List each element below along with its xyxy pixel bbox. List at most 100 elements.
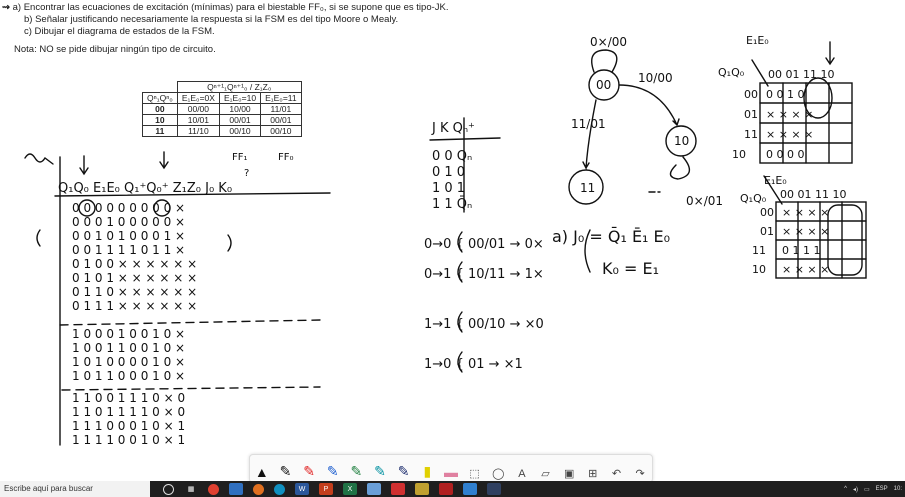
pdf-icon[interactable] xyxy=(391,483,405,495)
settings-icon[interactable] xyxy=(229,483,243,495)
undo-tool[interactable]: ↶ xyxy=(606,458,626,480)
svg-text:01: 01 xyxy=(760,225,774,238)
svg-text:11: 11 xyxy=(580,181,595,195)
svg-text:00 01 11 10: 00 01 11 10 xyxy=(780,188,846,201)
pen-icon: ✎ xyxy=(279,462,292,479)
pen-red-tool[interactable]: ✎ xyxy=(299,458,319,480)
taskbar-search[interactable]: Escribe aquí para buscar xyxy=(0,481,150,497)
chevron-up-icon[interactable]: ^ xyxy=(844,486,847,492)
add-icon: ⊞ xyxy=(588,467,598,480)
task-view-icon[interactable]: ▦ xyxy=(184,483,198,495)
svg-text:× × × ×: × × × × xyxy=(766,128,813,141)
svg-text:0 0 1 0: 0 0 1 0 xyxy=(766,88,804,101)
svg-text:E₁E₀: E₁E₀ xyxy=(764,174,787,187)
hw-equation-k: K₀ = E₁ xyxy=(602,259,659,278)
row-header: Qⁿ₁Qⁿ₀ xyxy=(142,92,178,104)
table-cell: 10/01 xyxy=(176,114,220,126)
svg-text:0 1 0 0 × × × × ×: 0 1 0 0 × × × × × × xyxy=(72,257,197,271)
hw-state-diagram: 0×/00 00 10/00 11/01 10 11 0×/01 xyxy=(571,35,723,208)
excel-icon[interactable]: X xyxy=(343,483,357,495)
svg-text:01: 01 xyxy=(744,108,758,121)
svg-text:10: 10 xyxy=(674,134,689,148)
svg-text:1 0 0 0 1 0 0 1 0: 1 0 0 0 1 0 0 1 0 × xyxy=(72,327,185,341)
hw-transition: 1→1 { 00/10 → ×0 xyxy=(424,317,544,332)
svg-text:Q₁Q₀: Q₁Q₀ xyxy=(740,192,767,205)
word-icon[interactable]: W xyxy=(295,483,309,495)
svg-text:11: 11 xyxy=(752,244,766,257)
edge-icon[interactable] xyxy=(274,483,285,495)
svg-text:10/00: 10/00 xyxy=(638,71,673,85)
state-cell: 10 xyxy=(142,114,178,126)
pen-icon: ✎ xyxy=(350,462,363,479)
instruction-a: ⇝ a) Encontrar las ecuaciones de excitac… xyxy=(2,2,449,13)
svg-text:?: ? xyxy=(244,168,249,179)
note: Nota: NO se pide dibujar ningún tipo de … xyxy=(14,44,216,55)
start-icon[interactable] xyxy=(163,483,174,495)
chrome-icon[interactable] xyxy=(208,483,219,495)
redo-icon: ↷ xyxy=(635,467,645,480)
volume-icon[interactable]: ◂) xyxy=(853,486,858,493)
lasso-tool[interactable]: ⬚ xyxy=(465,458,485,480)
app-icon[interactable] xyxy=(367,483,381,495)
text-icon: A xyxy=(518,467,526,480)
ink-canvas: Q₁Q₀ E₁E₀ Q₁⁺Q₀⁺ Z₁Z₀ J₀ K₀ J K Qₙ⁺ 0 0 … xyxy=(24,34,867,447)
svg-text:00: 00 xyxy=(744,88,758,101)
shape-tool[interactable]: ◯ xyxy=(488,458,508,480)
svg-text:0 0 0 0: 0 0 0 0 xyxy=(766,148,804,161)
pen-black-tool[interactable]: ✎ xyxy=(275,458,295,480)
pen-icon: ✎ xyxy=(303,462,315,479)
svg-text:× × × ×: × × × × xyxy=(782,225,829,238)
svg-text:FF₀: FF₀ xyxy=(278,152,294,163)
cursor-icon: ▲ xyxy=(254,463,269,480)
svg-text:× × × ×: × × × × xyxy=(766,108,813,121)
eraser-icon: ▬ xyxy=(443,463,458,480)
svg-text:0 0 0 0 0 0 0 0 0: 0 0 0 0 0 0 0 0 0 × xyxy=(72,201,185,215)
network-icon[interactable]: ▭ xyxy=(864,486,870,493)
add-tool[interactable]: ⊞ xyxy=(583,458,603,480)
table-cell: 11/01 xyxy=(260,103,302,115)
svg-text:0×/01: 0×/01 xyxy=(686,194,723,208)
screen-sketch-icon[interactable] xyxy=(487,483,501,495)
eraser-tool[interactable]: ▬ xyxy=(441,458,461,480)
cursor-tool[interactable]: ▲ xyxy=(252,458,272,480)
table-cell: 00/00 xyxy=(176,103,220,115)
redo-tool[interactable]: ↷ xyxy=(630,458,650,480)
hw-truth-table-rows: 0 0 0 0 0 0 0 0 0 × 0 0 0 1 0 0 0 0 0 × … xyxy=(72,201,197,447)
powerpoint-icon[interactable]: P xyxy=(319,483,333,495)
svg-text:00: 00 xyxy=(760,206,774,219)
hw-transition: 1→0 { 01 → ×1 xyxy=(424,357,523,372)
svg-text:0 1 1 1: 0 1 1 1 xyxy=(782,244,820,257)
table-cell: 00/10 xyxy=(260,125,302,137)
pen-green-tool[interactable]: ✎ xyxy=(346,458,366,480)
text-tool[interactable]: A xyxy=(512,458,532,480)
pen-navy-tool[interactable]: ✎ xyxy=(394,458,414,480)
table-cell: 11/10 xyxy=(176,125,220,137)
image-tool[interactable]: ▣ xyxy=(559,458,579,480)
files-icon[interactable] xyxy=(463,483,477,495)
clock[interactable]: 10: xyxy=(894,486,902,492)
photos-icon[interactable] xyxy=(415,483,429,495)
highlighter-tool[interactable]: ▮ xyxy=(417,458,437,480)
hw-jk-row: 0 1 0 xyxy=(432,165,465,180)
svg-text:1 0 0 1 1 0 0 1 0: 1 0 0 1 1 0 0 1 0 × xyxy=(72,341,185,355)
svg-text:1 1 1 1 0 0 1 0 ×: 1 1 1 1 0 0 1 0 × 1 xyxy=(72,433,185,447)
pen-teal-tool[interactable]: ✎ xyxy=(370,458,390,480)
pen-blue-tool[interactable]: ✎ xyxy=(323,458,343,480)
column-header: E₁E₀=10 xyxy=(218,92,262,104)
language-indicator[interactable]: ESP xyxy=(876,486,888,492)
svg-text:11: 11 xyxy=(744,128,758,141)
ruler-icon: ▱ xyxy=(541,467,550,480)
svg-text:E₁E₀: E₁E₀ xyxy=(746,34,769,47)
ruler-tool[interactable]: ▱ xyxy=(536,458,556,480)
column-header: E₁E₀=0X xyxy=(176,92,220,104)
acrobat-icon[interactable] xyxy=(439,483,453,495)
svg-text:0 1 0 1 × × × × ×: 0 1 0 1 × × × × × × xyxy=(72,271,197,285)
svg-text:Q₁Q₀: Q₁Q₀ xyxy=(718,66,745,79)
table-cell: 00/10 xyxy=(218,125,262,137)
firefox-icon[interactable] xyxy=(253,483,264,495)
hw-table-header: Q₁Q₀ E₁E₀ Q₁⁺Q₀⁺ Z₁Z₀ J₀ K₀ xyxy=(58,181,232,196)
hw-kmap-1: E₁E₀ Q₁Q₀ 00 01 11 10 00 01 11 10 0 0 1 … xyxy=(718,34,834,161)
state-cell: 11 xyxy=(142,125,178,137)
svg-text:0 0 0 1 0 0 0 0 0: 0 0 0 1 0 0 0 0 0 × xyxy=(72,215,185,229)
pen-icon: ✎ xyxy=(397,462,410,479)
